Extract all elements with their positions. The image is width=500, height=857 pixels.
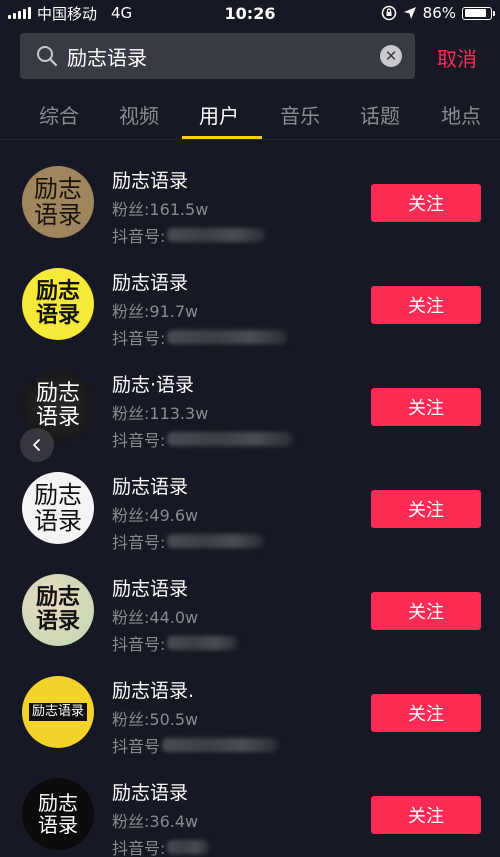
redacted-id [167, 432, 294, 446]
redacted-id [162, 738, 279, 752]
user-name[interactable]: 励志语录 [112, 574, 188, 601]
avatar[interactable]: 励志语录 [22, 166, 94, 238]
follow-button[interactable]: 关注 [371, 694, 481, 732]
user-name[interactable]: 励志语录 [112, 166, 188, 193]
user-id: 抖音号: [112, 631, 238, 655]
active-tab-indicator [182, 136, 262, 139]
avatar[interactable]: 励志语录 [22, 574, 94, 646]
battery-percent: 86% [422, 4, 456, 22]
user-name[interactable]: 励志语录. [112, 676, 194, 703]
user-id: 抖音号: [112, 529, 264, 553]
tab-videos[interactable]: 视频 [119, 100, 159, 129]
list-item[interactable]: 励志 语录 励志·语录 粉丝:113.3w 抖音号: 关注 [0, 354, 500, 456]
redacted-id [167, 636, 238, 650]
user-name[interactable]: 励志语录 [112, 268, 188, 295]
user-id: 抖音号: [112, 427, 294, 451]
fan-count: 粉丝:49.6w [112, 506, 199, 525]
clear-icon[interactable]: ✕ [380, 45, 402, 67]
fan-count: 粉丝:91.7w [112, 302, 199, 321]
battery-icon [462, 6, 495, 20]
list-item[interactable]: 励志 语录 励志语录 粉丝:161.5w 抖音号: 关注 [0, 150, 500, 252]
list-item[interactable]: 励志 语录 励志语录 粉丝:49.6w 抖音号: 关注 [0, 456, 500, 558]
follow-button[interactable]: 关注 [371, 286, 481, 324]
search-input[interactable]: 励志语录 [67, 42, 380, 71]
tab-bar: 综合 视频 用户 音乐 话题 地点 [0, 92, 500, 140]
user-name[interactable]: 励志·语录 [112, 370, 194, 397]
status-bar: 中国移动 4G 10:26 86% [0, 0, 500, 26]
search-bar[interactable]: 励志语录 ✕ [20, 33, 415, 79]
user-list: 励志 语录 励志语录 粉丝:161.5w 抖音号: 关注 励志 语录 励志语录 粉丝… [0, 150, 500, 857]
avatar[interactable]: 励志语录 [22, 676, 94, 748]
redacted-id [167, 840, 210, 854]
avatar[interactable]: 励志语录 [22, 778, 94, 850]
redacted-id [167, 228, 266, 242]
follow-button[interactable]: 关注 [371, 796, 481, 834]
follow-button[interactable]: 关注 [371, 592, 481, 630]
list-item[interactable]: 励志语录 励志语录. 粉丝:50.5w 抖音号 关注 [0, 660, 500, 762]
list-item[interactable]: 励志 语录 励志语录 粉丝:44.0w 抖音号: 关注 [0, 558, 500, 660]
user-id: 抖音号: [112, 835, 210, 857]
redacted-id [167, 534, 264, 548]
tab-all[interactable]: 综合 [39, 100, 79, 129]
tab-topics[interactable]: 话题 [360, 100, 400, 129]
user-name[interactable]: 励志语录 [112, 778, 188, 805]
search-icon [37, 46, 58, 67]
cancel-button[interactable]: 取消 [437, 43, 477, 72]
list-item[interactable]: 励志 语录 励志语录 粉丝:91.7w 抖音号: 关注 [0, 252, 500, 354]
list-item[interactable]: 励志 语录 励志语录 粉丝:36.4w 抖音号: 关注 [0, 762, 500, 857]
avatar[interactable]: 励志语录 [22, 472, 94, 544]
fan-count: 粉丝:161.5w [112, 200, 209, 219]
follow-button[interactable]: 关注 [371, 388, 481, 426]
user-id: 抖音号: [112, 223, 266, 247]
fan-count: 粉丝:36.4w [112, 812, 199, 831]
fan-count: 粉丝:113.3w [112, 404, 209, 423]
location-icon [403, 7, 416, 19]
user-id: 抖音号 [112, 733, 279, 757]
fan-count: 粉丝:50.5w [112, 710, 199, 729]
back-chevron-icon[interactable] [20, 428, 54, 462]
follow-button[interactable]: 关注 [371, 490, 481, 528]
avatar[interactable]: 励志语录 [22, 268, 94, 340]
follow-button[interactable]: 关注 [371, 184, 481, 222]
redacted-id [167, 330, 288, 344]
orientation-lock-icon [381, 5, 396, 21]
user-id: 抖音号: [112, 325, 288, 349]
fan-count: 粉丝:44.0w [112, 608, 199, 627]
tab-music[interactable]: 音乐 [280, 100, 320, 129]
tab-users[interactable]: 用户 [199, 100, 239, 129]
user-name[interactable]: 励志语录 [112, 472, 188, 499]
tab-places[interactable]: 地点 [441, 100, 481, 129]
